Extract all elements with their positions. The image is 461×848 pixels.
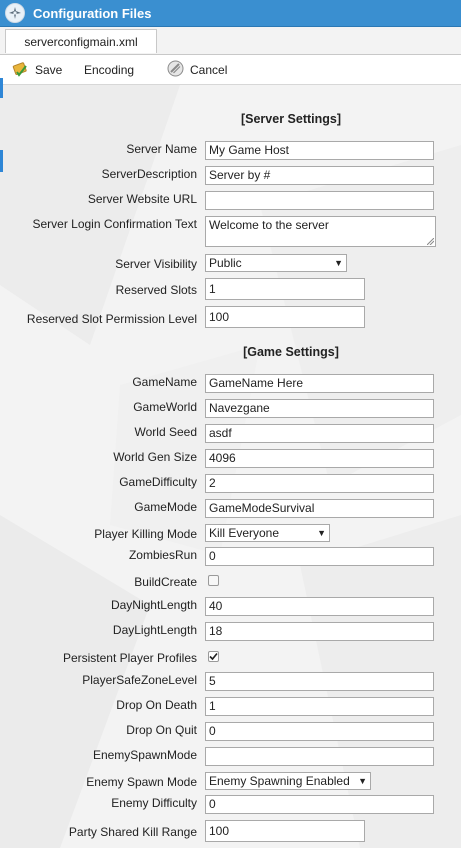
game-settings-heading: [Game Settings] [243, 345, 339, 359]
reserved-slot-permission-level-label: Reserved Slot Permission Level [26, 312, 197, 326]
tab-serverconfigmain[interactable]: serverconfigmain.xml [5, 29, 157, 53]
game-world-label: GameWorld [133, 400, 197, 414]
enemy-difficulty-input[interactable]: 0 [205, 795, 434, 814]
cancel-icon [167, 60, 184, 80]
server-login-confirmation-textarea[interactable]: Welcome to the server [205, 216, 436, 247]
server-website-url-label: Server Website URL [87, 192, 197, 206]
world-seed-label: World Seed [134, 425, 197, 439]
resize-grip-icon[interactable] [427, 238, 434, 245]
encoding-label: Encoding [84, 62, 135, 77]
settings-wrench-icon [5, 3, 25, 23]
world-seed-input[interactable]: asdf [205, 424, 434, 443]
toolbar: Save Encoding Cancel [0, 55, 461, 85]
party-shared-kill-range-label: Party Shared Kill Range [68, 825, 197, 839]
player-killing-mode-value: Kill Everyone [209, 526, 280, 540]
server-login-confirmation-label: Server Login Confirmation Text [32, 217, 197, 231]
player-safe-zone-level-input[interactable]: 5 [205, 672, 434, 691]
server-description-input[interactable]: Server by # [205, 166, 434, 185]
world-gen-size-input[interactable]: 4096 [205, 449, 434, 468]
world-gen-size-label: World Gen Size [113, 450, 197, 464]
tab-bar: serverconfigmain.xml [0, 27, 461, 55]
server-visibility-value: Public [209, 256, 242, 270]
zombies-run-input[interactable]: 0 [205, 547, 434, 566]
server-name-label: Server Name [126, 142, 197, 156]
player-killing-mode-label: Player Killing Mode [94, 527, 197, 541]
reserved-slots-label: Reserved Slots [115, 283, 197, 297]
chevron-down-icon: ▼ [317, 528, 326, 538]
drop-on-quit-label: Drop On Quit [126, 723, 197, 737]
drop-on-death-label: Drop On Death [116, 698, 197, 712]
sidebar-edge-marker [0, 150, 3, 172]
game-world-input[interactable]: Navezgane [205, 399, 434, 418]
build-create-checkbox[interactable] [208, 575, 219, 586]
day-light-length-input[interactable]: 18 [205, 622, 434, 641]
window-title: Configuration Files [33, 5, 152, 21]
drop-on-death-input[interactable]: 1 [205, 697, 434, 716]
cancel-button[interactable]: Cancel [167, 55, 227, 84]
server-visibility-select[interactable]: Public ▼ [205, 254, 347, 272]
chevron-down-icon: ▼ [358, 776, 367, 786]
encoding-button[interactable]: Encoding [84, 55, 134, 84]
persistent-player-profiles-label: Persistent Player Profiles [62, 651, 197, 665]
zombies-run-label: ZombiesRun [128, 548, 197, 562]
server-name-input[interactable]: My Game Host [205, 141, 434, 160]
day-night-length-input[interactable]: 40 [205, 597, 434, 616]
server-description-label: ServerDescription [101, 167, 197, 181]
save-icon [12, 60, 29, 80]
day-light-length-label: DayLightLength [112, 623, 197, 637]
enemy-spawn-mode-select[interactable]: Enemy Spawning Enabled ▼ [205, 772, 371, 790]
enemy-difficulty-label: Enemy Difficulty [111, 796, 197, 810]
enemy-spawn-mode-text-input[interactable] [205, 747, 434, 766]
window-titlebar: Configuration Files [0, 0, 461, 27]
persistent-player-profiles-checkbox[interactable] [208, 651, 219, 662]
day-night-length-label: DayNightLength [110, 598, 197, 612]
game-name-label: GameName [132, 375, 197, 389]
player-safe-zone-level-label: PlayerSafeZoneLevel [82, 673, 197, 687]
enemy-spawn-mode-select-label: Enemy Spawn Mode [86, 775, 197, 789]
save-button[interactable]: Save [12, 55, 62, 84]
chevron-down-icon: ▼ [334, 258, 343, 268]
game-mode-input[interactable]: GameModeSurvival [205, 499, 434, 518]
player-killing-mode-select[interactable]: Kill Everyone ▼ [205, 524, 330, 542]
reserved-slots-input[interactable]: 1 [205, 278, 365, 300]
reserved-slot-permission-level-input[interactable]: 100 [205, 306, 365, 328]
server-visibility-label: Server Visibility [115, 257, 197, 271]
game-mode-label: GameMode [134, 500, 197, 514]
enemy-spawn-mode-value: Enemy Spawning Enabled [209, 774, 350, 788]
enemy-spawn-mode-text-label: EnemySpawnMode [92, 748, 197, 762]
tab-label: serverconfigmain.xml [24, 34, 138, 49]
server-login-confirmation-value: Welcome to the server [209, 218, 329, 232]
server-website-url-input[interactable] [205, 191, 434, 210]
game-difficulty-input[interactable]: 2 [205, 474, 434, 493]
build-create-label: BuildCreate [134, 575, 197, 589]
drop-on-quit-input[interactable]: 0 [205, 722, 434, 741]
game-difficulty-label: GameDifficulty [119, 475, 197, 489]
checkmark-icon [209, 652, 218, 661]
party-shared-kill-range-input[interactable]: 100 [205, 820, 365, 842]
game-name-input[interactable]: GameName Here [205, 374, 434, 393]
cancel-label: Cancel [190, 62, 228, 77]
server-settings-heading: [Server Settings] [240, 112, 342, 126]
sidebar-edge-marker [0, 78, 3, 98]
save-label: Save [35, 62, 63, 77]
